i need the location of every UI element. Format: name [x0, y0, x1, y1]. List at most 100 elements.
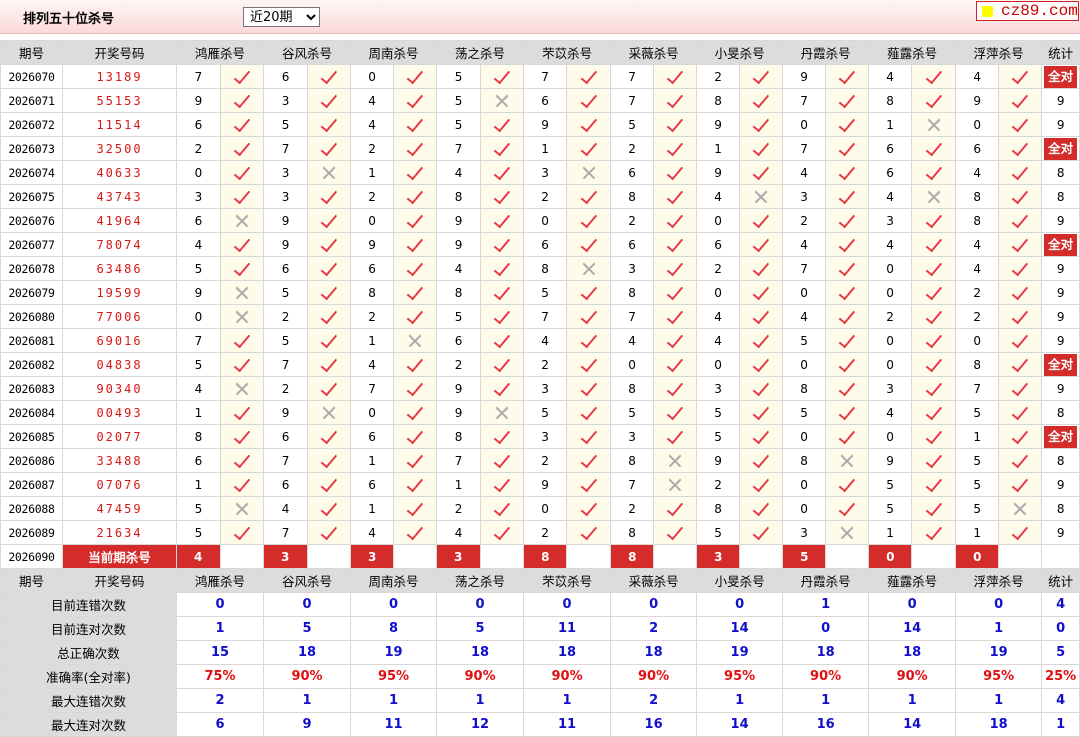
summary-row: 最大连错次数 2 1 1 1 1 2 1 1 1 1 4 [0, 688, 1080, 713]
result-cell [653, 88, 698, 113]
kill-number-cell: 2 [523, 352, 568, 377]
check-icon [406, 450, 424, 468]
result-cell [911, 448, 957, 473]
header-cell: 鸿雁杀号 [175, 568, 265, 593]
kill-number-cell: 6 [263, 472, 309, 497]
kill-number-cell: 9 [436, 232, 482, 257]
result-cell [739, 112, 784, 137]
header-cell: 周南杀号 [350, 40, 438, 65]
summary-value: 16 [610, 712, 698, 737]
result-cell [825, 280, 870, 305]
header-cell: 采薇杀号 [610, 40, 698, 65]
kill-number-cell: 9 [696, 448, 741, 473]
summary-label: 最大连错次数 [0, 688, 177, 713]
kill-number-cell: 4 [350, 88, 395, 113]
kill-number-cell: 7 [610, 88, 655, 113]
check-icon [233, 474, 251, 492]
check-icon [233, 426, 251, 444]
site-logo[interactable]: cz89.com [976, 1, 1079, 21]
summary-value: 75% [175, 664, 265, 689]
cross-icon [322, 406, 336, 420]
check-icon [493, 522, 511, 540]
kill-number-cell: 4 [523, 328, 568, 353]
check-icon [493, 426, 511, 444]
prize-number-cell: 04838 [62, 352, 177, 377]
kill-number-cell: 0 [523, 208, 568, 233]
kill-number-cell: 0 [782, 112, 827, 137]
check-icon [580, 426, 597, 444]
check-icon [233, 450, 251, 468]
result-cell [911, 280, 957, 305]
result-cell [393, 64, 438, 89]
kill-number-cell: 5 [955, 448, 1000, 473]
result-cell [393, 352, 438, 377]
current-kill-number: 4 [176, 544, 221, 569]
result-cell [393, 208, 438, 233]
check-icon [233, 258, 251, 276]
check-icon [320, 354, 338, 372]
summary-value: 11 [523, 712, 612, 737]
summary-value: 2 [610, 616, 698, 641]
period-select[interactable]: 近20期 [243, 7, 320, 27]
prize-number-cell: 69016 [62, 328, 177, 353]
stat-cell: 全对 [1041, 424, 1080, 449]
check-icon [752, 354, 770, 372]
check-icon [666, 426, 684, 444]
summary-value: 90% [436, 664, 525, 689]
kill-number-cell: 5 [782, 328, 827, 353]
stat-cell: 9 [1041, 376, 1080, 401]
check-icon [406, 234, 424, 252]
logo-square-icon [982, 6, 993, 17]
result-cell [393, 304, 438, 329]
kill-number-cell: 6 [176, 112, 221, 137]
kill-number-cell: 0 [696, 208, 741, 233]
summary-value: 0 [350, 592, 438, 617]
result-cell [393, 112, 438, 137]
summary-value: 95% [696, 664, 784, 689]
check-icon [493, 354, 511, 372]
prize-number-cell: 90340 [62, 376, 177, 401]
stat-cell: 9 [1041, 280, 1080, 305]
empty-cell [825, 544, 870, 569]
result-cell [307, 472, 352, 497]
check-icon [925, 138, 942, 156]
result-cell [653, 232, 698, 257]
summary-value: 18 [610, 640, 698, 665]
stat-cell: 9 [1041, 88, 1080, 113]
result-cell [998, 448, 1043, 473]
kill-number-cell: 4 [350, 112, 395, 137]
result-cell [739, 496, 784, 521]
result-cell [393, 136, 438, 161]
result-cell [566, 304, 612, 329]
result-cell [825, 256, 870, 281]
result-cell [998, 64, 1043, 89]
check-icon [580, 330, 597, 348]
header-cell: 薤露杀号 [868, 568, 957, 593]
result-cell [653, 520, 698, 545]
kill-number-cell: 7 [436, 448, 482, 473]
check-icon [580, 234, 597, 252]
result-cell [739, 64, 784, 89]
result-cell [480, 376, 525, 401]
check-icon [580, 354, 597, 372]
result-cell [998, 352, 1043, 377]
kill-number-cell: 0 [868, 280, 913, 305]
kill-number-cell: 5 [263, 112, 309, 137]
check-icon [752, 474, 770, 492]
kill-number-cell: 5 [176, 256, 221, 281]
summary-value: 4 [1041, 688, 1080, 713]
check-icon [406, 354, 424, 372]
kill-number-cell: 4 [955, 232, 1000, 257]
result-cell [393, 256, 438, 281]
kill-number-cell: 1 [176, 400, 221, 425]
kill-number-cell: 5 [176, 520, 221, 545]
kill-number-cell: 1 [868, 112, 913, 137]
check-icon [666, 234, 684, 252]
all-correct-badge: 全对 [1044, 425, 1078, 448]
kill-number-cell: 4 [782, 304, 827, 329]
check-icon [666, 162, 684, 180]
table-row: 2026070 13189 7 6 0 5 7 7 2 9 4 4 全对 [0, 64, 1080, 89]
summary-value: 1 [696, 688, 784, 713]
check-icon [1011, 474, 1029, 492]
cross-icon [668, 478, 682, 492]
